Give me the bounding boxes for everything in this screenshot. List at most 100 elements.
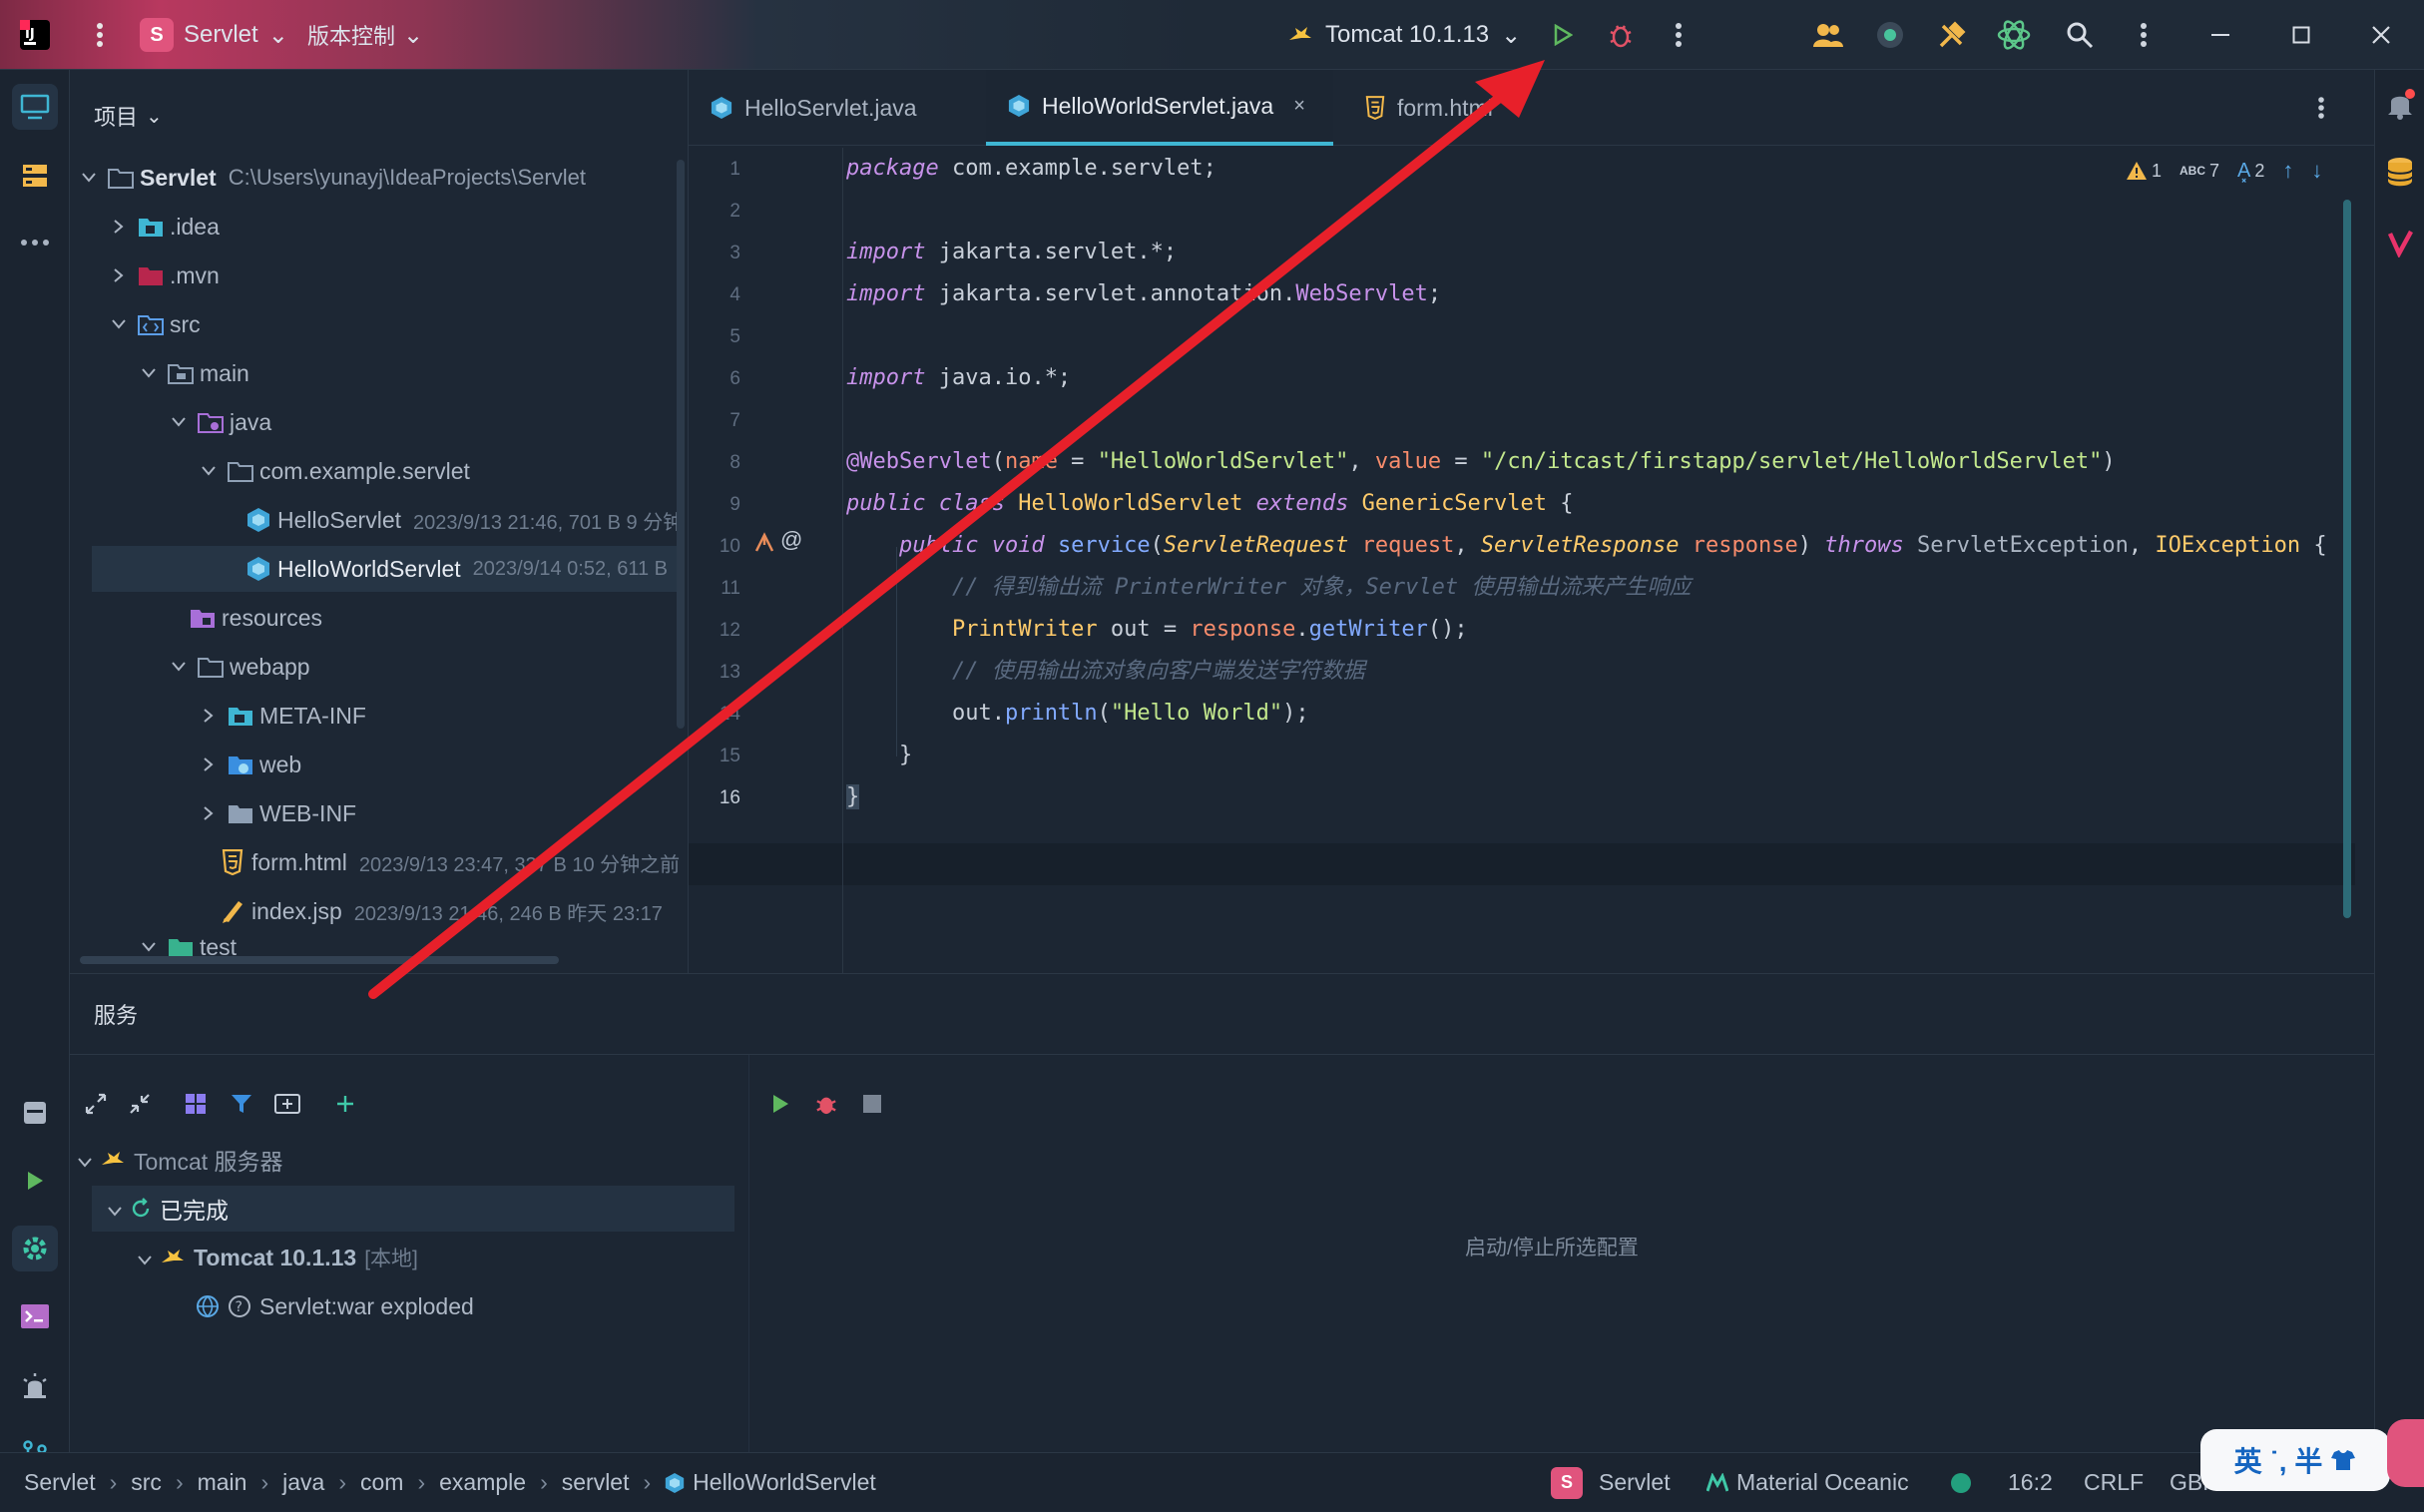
tree-node-helloservlet[interactable]: HelloServlet 2023/9/13 21:46, 701 B 9 分钟 <box>245 497 683 543</box>
tree-node-root[interactable]: Servlet C:\Users\yunayj\IdeaProjects\Ser… <box>78 155 586 201</box>
tree-node-meta-inf[interactable]: META-INF <box>198 693 366 739</box>
tab-helloworldservlet[interactable]: HelloWorldServlet.java × <box>986 70 1333 146</box>
tree-node-webapp[interactable]: webapp <box>168 644 310 690</box>
services-split-divider[interactable] <box>748 1055 749 1454</box>
tree-node-form-html[interactable]: form.html 2023/9/13 23:47, 337 B 10 分钟之前 <box>220 839 680 885</box>
code-with-me-icon[interactable] <box>1808 0 1848 70</box>
debug-icon[interactable] <box>1603 0 1639 70</box>
tab-helloservlet[interactable]: HelloServlet.java <box>689 70 978 146</box>
java-class-icon <box>245 507 271 533</box>
start-service-icon[interactable] <box>760 1084 800 1124</box>
debug-service-icon[interactable] <box>806 1084 846 1124</box>
structure-tool-icon[interactable] <box>12 153 58 199</box>
vcs-menu[interactable]: 版本控制 ⌄ <box>307 0 423 70</box>
mvn-folder-icon <box>138 262 164 288</box>
tree-node-main[interactable]: main <box>138 350 249 396</box>
tree-node-helloworldservlet[interactable]: HelloWorldServlet 2023/9/14 0:52, 611 B <box>92 546 677 592</box>
annotation-gutter-icon[interactable]: @ <box>780 527 802 553</box>
breadcrumb-item[interactable]: HelloWorldServlet <box>693 1469 876 1496</box>
maximize-icon[interactable] <box>2281 0 2321 70</box>
run-config-selector[interactable]: Tomcat 10.1.13 ⌄ <box>1287 0 1521 70</box>
bookmarks-tool-icon[interactable] <box>12 1090 58 1136</box>
chevron-down-icon: ⌄ <box>146 105 163 128</box>
breadcrumb-item[interactable]: Servlet <box>24 1469 96 1496</box>
status-line-separator[interactable]: CRLF <box>2084 1453 2144 1512</box>
project-selector[interactable]: S Servlet ⌄ <box>140 0 288 70</box>
run-icon[interactable] <box>1545 0 1581 70</box>
more-tools-icon[interactable] <box>12 220 58 265</box>
terminal-tool-icon[interactable] <box>12 1293 58 1339</box>
tab-label: form.html <box>1397 94 1493 121</box>
breadcrumb-item[interactable]: servlet <box>562 1469 630 1496</box>
filter-icon[interactable] <box>222 1084 261 1124</box>
service-node-tomcat-servers[interactable]: Tomcat 服务器 <box>78 1137 283 1183</box>
service-node-tomcat[interactable]: Tomcat 10.1.13 [本地] <box>138 1235 418 1280</box>
more-actions-icon[interactable] <box>1667 0 1691 70</box>
tree-node-label: Servlet <box>140 164 217 191</box>
chevron-right-icon: › <box>260 1469 269 1495</box>
project-tool-icon[interactable] <box>12 84 58 130</box>
tree-node-mvn[interactable]: .mvn <box>108 252 220 298</box>
ime-indicator[interactable]: 英 ˙, 半 <box>2200 1429 2390 1491</box>
tree-node-idea[interactable]: .idea <box>108 204 220 250</box>
breadcrumb-item[interactable]: main <box>198 1469 247 1496</box>
tree-node-src[interactable]: src <box>108 301 201 347</box>
code-line: import jakarta.servlet.*; <box>846 240 1178 264</box>
implements-gutter-icon[interactable] <box>752 531 776 560</box>
run-tool-icon[interactable] <box>12 1158 58 1204</box>
editor-vertical-scrollbar[interactable] <box>2343 200 2351 918</box>
service-node-artifact[interactable]: ? Servlet:war exploded <box>196 1283 474 1329</box>
expand-all-icon[interactable] <box>76 1084 116 1124</box>
code-area[interactable]: package com.example.servlet; import jaka… <box>846 148 2343 973</box>
close-icon[interactable] <box>2361 0 2401 70</box>
typos-indicator[interactable]: ABC 7 <box>2180 161 2219 182</box>
add-service-icon[interactable] <box>325 1084 365 1124</box>
tree-node-web[interactable]: web <box>198 742 301 787</box>
tree-node-resources[interactable]: resources <box>190 595 322 641</box>
problems-tool-icon[interactable] <box>12 1363 58 1409</box>
breadcrumb-item[interactable]: com <box>360 1469 403 1496</box>
collapse-all-icon[interactable] <box>120 1084 160 1124</box>
main-menu-icon[interactable] <box>88 0 112 70</box>
app-logo-icon[interactable]: IJ <box>18 0 52 70</box>
tab-form-html[interactable]: form.html <box>1343 70 1583 146</box>
code-line: public class HelloWorldServlet extends G… <box>846 491 1574 516</box>
ai-assistant-icon[interactable] <box>1994 0 2034 70</box>
status-position[interactable]: 16:2 <box>2008 1453 2053 1512</box>
status-theme[interactable]: Material Oceanic <box>1706 1453 1909 1512</box>
tree-vertical-scrollbar[interactable] <box>677 160 685 729</box>
warnings-indicator[interactable]: 1 <box>2126 161 2162 182</box>
stop-service-icon[interactable] <box>852 1084 892 1124</box>
breadcrumb-item[interactable]: java <box>282 1469 324 1496</box>
prev-problem-icon[interactable]: ↑ <box>2282 158 2293 184</box>
breadcrumb-item[interactable]: src <box>131 1469 162 1496</box>
build-tools-icon[interactable] <box>1932 0 1972 70</box>
line-number: 7 <box>729 410 740 431</box>
next-problem-icon[interactable]: ↓ <box>2311 158 2322 184</box>
database-icon[interactable] <box>2385 156 2415 193</box>
minimize-icon[interactable] <box>2201 0 2241 70</box>
group-by-icon[interactable] <box>176 1084 216 1124</box>
status-project[interactable]: S Servlet <box>1551 1453 1671 1512</box>
tree-node-package[interactable]: com.example.servlet <box>198 448 470 494</box>
chevron-down-icon <box>78 1147 92 1174</box>
search-icon[interactable] <box>2060 0 2100 70</box>
service-node-finished[interactable]: 已完成 <box>92 1186 734 1232</box>
tree-node-java[interactable]: java <box>168 399 271 445</box>
project-panel-header[interactable]: 项目 ⌄ <box>94 100 163 132</box>
services-tool-icon[interactable] <box>12 1226 58 1271</box>
grammar-indicator[interactable]: A͓ 2 <box>2237 160 2264 183</box>
status-indicator[interactable] <box>1950 1453 1972 1512</box>
inspection-widget[interactable]: 1 ABC 7 A͓ 2 ↑ ↓ <box>2126 158 2322 184</box>
record-icon[interactable] <box>1870 0 1910 70</box>
tree-horizontal-scrollbar[interactable] <box>80 956 559 964</box>
new-tab-icon[interactable] <box>267 1084 307 1124</box>
maven-icon[interactable] <box>2385 228 2415 262</box>
notifications-icon[interactable] <box>2385 88 2415 125</box>
tabs-more-icon[interactable] <box>2317 96 2325 125</box>
breadcrumb-item[interactable]: example <box>439 1469 526 1496</box>
tree-node-index-jsp[interactable]: index.jsp 2023/9/13 21:46, 246 B 昨天 23:1… <box>220 888 663 934</box>
tree-node-web-inf[interactable]: WEB-INF <box>198 790 356 836</box>
close-tab-icon[interactable]: × <box>1293 95 1305 118</box>
settings-more-icon[interactable] <box>2132 0 2156 70</box>
